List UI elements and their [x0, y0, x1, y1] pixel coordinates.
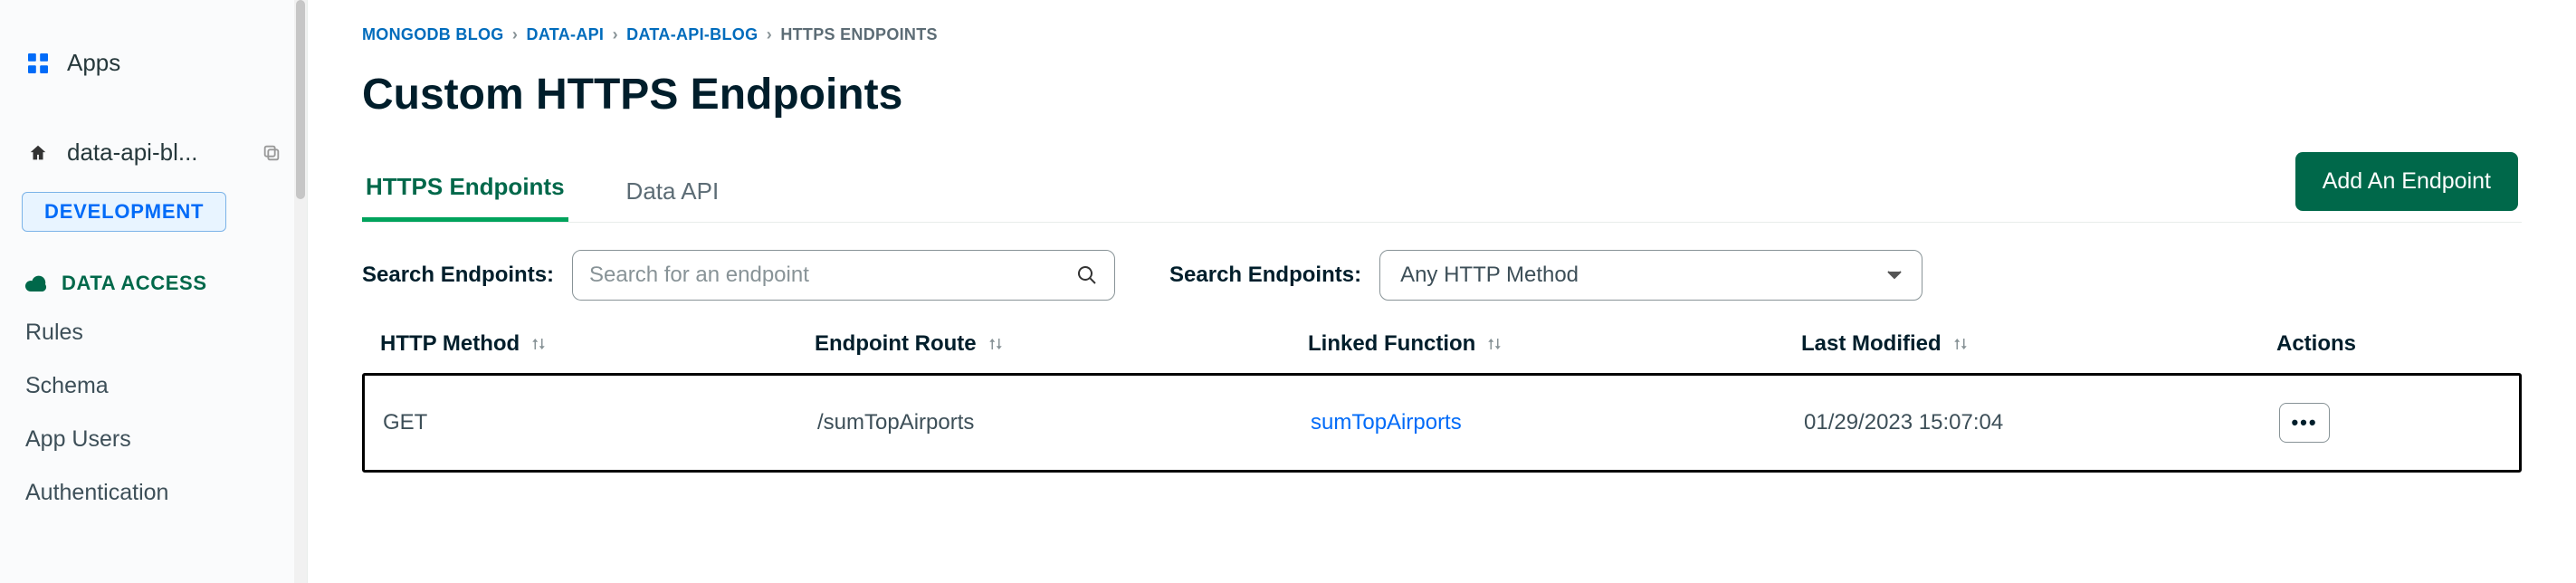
cloud-icon — [25, 275, 49, 292]
table-header-row: HTTP Method Endpoint Route Linked Functi… — [362, 322, 2522, 373]
breadcrumb-item-0[interactable]: MONGODB BLOG — [362, 25, 504, 43]
breadcrumb-sep: › — [509, 25, 521, 43]
add-endpoint-button[interactable]: Add An Endpoint — [2295, 152, 2518, 211]
search-endpoints-label: Search Endpoints: — [362, 263, 554, 288]
copy-icon[interactable] — [262, 143, 281, 163]
tabs-header-row: HTTPS Endpoints Data API Add An Endpoint — [362, 152, 2522, 223]
http-method-selected-value: Any HTTP Method — [1400, 263, 1579, 288]
cell-actions: ••• — [2279, 403, 2478, 443]
search-endpoints-input[interactable] — [589, 263, 1076, 288]
breadcrumb-sep: › — [763, 25, 776, 43]
cell-endpoint-route: /sumTopAirports — [817, 410, 1311, 435]
th-linked-function-label: Linked Function — [1308, 331, 1475, 357]
sidebar-scrollbar-thumb[interactable] — [296, 0, 305, 199]
env-badge: DEVELOPMENT — [22, 192, 226, 232]
http-method-filter-label: Search Endpoints: — [1169, 263, 1361, 288]
th-linked-function: Linked Function — [1308, 331, 1801, 357]
sidebar: Apps data-api-bl... DEVELOPMENT DATA ACC… — [0, 0, 308, 583]
sidebar-current-app[interactable]: data-api-bl... — [18, 126, 289, 179]
table-row-selected-frame: GET /sumTopAirports sumTopAirports 01/29… — [362, 373, 2522, 473]
breadcrumb-item-1[interactable]: DATA-API — [527, 25, 605, 43]
sidebar-item-authentication[interactable]: Authentication — [18, 466, 289, 520]
th-http-method-label: HTTP Method — [380, 331, 520, 357]
apps-grid-icon — [25, 53, 51, 73]
th-actions: Actions — [2276, 331, 2476, 357]
sidebar-scrollbar[interactable] — [294, 0, 307, 583]
sort-icon[interactable] — [987, 336, 1004, 352]
sort-icon[interactable] — [1952, 336, 1969, 352]
th-actions-label: Actions — [2276, 331, 2356, 357]
sidebar-item-app-users[interactable]: App Users — [18, 413, 289, 466]
tab-https-endpoints[interactable]: HTTPS Endpoints — [362, 164, 568, 222]
sidebar-section-data-access: DATA ACCESS — [18, 244, 289, 306]
cell-http-method: GET — [383, 410, 817, 435]
search-endpoints-box[interactable] — [572, 250, 1115, 301]
page-title: Custom HTTPS Endpoints — [362, 70, 2522, 119]
tab-data-api[interactable]: Data API — [623, 168, 723, 222]
breadcrumb-item-3: HTTPS ENDPOINTS — [780, 25, 938, 43]
http-method-select[interactable]: Any HTTP Method — [1379, 250, 1922, 301]
th-endpoint-route-label: Endpoint Route — [815, 331, 977, 357]
ellipsis-icon: ••• — [2291, 411, 2317, 435]
th-last-modified-label: Last Modified — [1801, 331, 1942, 357]
home-icon — [25, 143, 51, 163]
cell-linked-function-link[interactable]: sumTopAirports — [1311, 410, 1804, 435]
breadcrumb-sep: › — [609, 25, 622, 43]
breadcrumb-item-2[interactable]: DATA-API-BLOG — [626, 25, 758, 43]
table-row[interactable]: GET /sumTopAirports sumTopAirports 01/29… — [365, 376, 2519, 470]
search-endpoints-group: Search Endpoints: — [362, 250, 1115, 301]
search-row: Search Endpoints: Search Endpoints: Any … — [362, 223, 2522, 322]
sidebar-item-rules[interactable]: Rules — [18, 306, 289, 359]
th-http-method: HTTP Method — [380, 331, 815, 357]
sidebar-apps-link[interactable]: Apps — [18, 36, 289, 90]
http-method-filter-group: Search Endpoints: Any HTTP Method — [1169, 250, 1922, 301]
sort-icon[interactable] — [530, 336, 547, 352]
sidebar-section-label: DATA ACCESS — [62, 272, 207, 295]
row-actions-menu-button[interactable]: ••• — [2279, 403, 2330, 443]
tab-bar: HTTPS Endpoints Data API — [362, 164, 722, 222]
sidebar-apps-label: Apps — [67, 49, 120, 77]
breadcrumb: MONGODB BLOG › DATA-API › DATA-API-BLOG … — [362, 25, 2522, 44]
main-content: MONGODB BLOG › DATA-API › DATA-API-BLOG … — [308, 0, 2576, 583]
cell-last-modified: 01/29/2023 15:07:04 — [1804, 410, 2279, 435]
search-icon[interactable] — [1076, 264, 1098, 286]
th-endpoint-route: Endpoint Route — [815, 331, 1308, 357]
sidebar-app-name: data-api-bl... — [67, 139, 245, 167]
sort-icon[interactable] — [1486, 336, 1503, 352]
chevron-down-icon — [1887, 271, 1902, 280]
sidebar-item-schema[interactable]: Schema — [18, 359, 289, 413]
th-last-modified: Last Modified — [1801, 331, 2276, 357]
